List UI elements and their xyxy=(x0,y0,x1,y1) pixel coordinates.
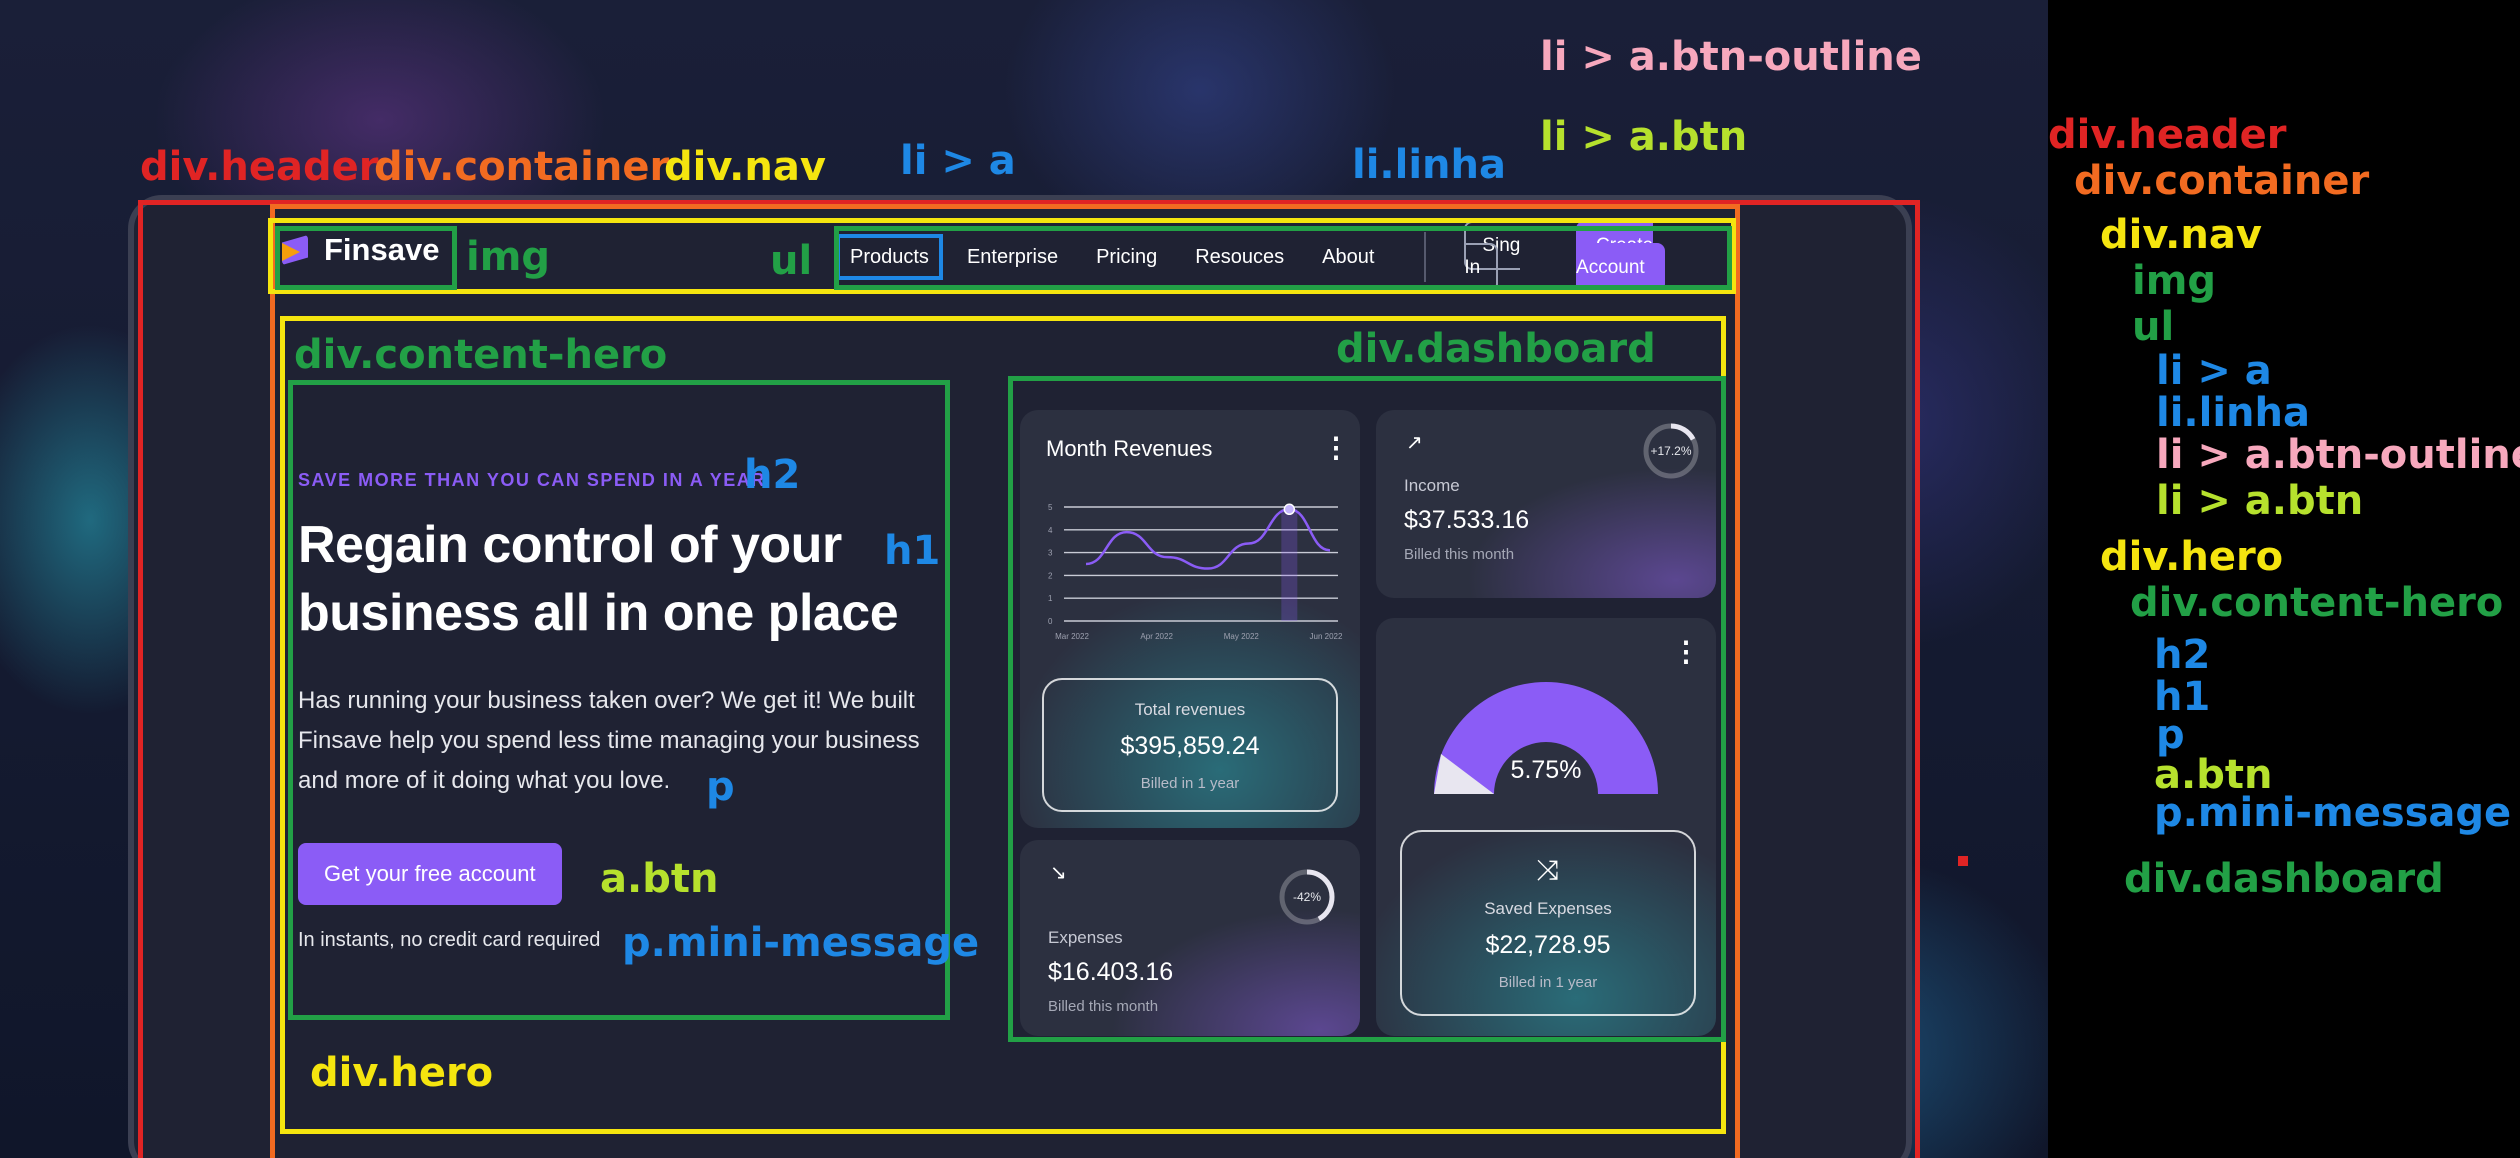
annotation-label-p-mini: p.mini-message xyxy=(622,920,980,966)
tree-item: li > a.btn-outline xyxy=(2156,432,2520,478)
annotation-label-container: div.container xyxy=(374,144,670,190)
annotation-label-li-linha: li.linha xyxy=(1352,142,1506,188)
annotation-box-ul xyxy=(834,226,1732,290)
tree-item: div.container xyxy=(2074,158,2370,204)
annotation-label-btn-outline: li > a.btn-outline xyxy=(1540,34,1922,80)
tree-item: div.hero xyxy=(2100,534,2284,580)
annotation-label-ul: ul xyxy=(770,238,813,284)
tree-item: h2 xyxy=(2154,632,2211,678)
tree-item: li.linha xyxy=(2156,390,2310,436)
tree-item: div.content-hero xyxy=(2130,580,2504,626)
annotation-label-content-hero: div.content-hero xyxy=(294,332,668,378)
annotation-label-hero: div.hero xyxy=(310,1050,494,1096)
annotation-label-a-btn: a.btn xyxy=(600,856,719,902)
tree-item: li > a.btn xyxy=(2156,478,2364,524)
annotation-label-h2: h2 xyxy=(744,452,801,498)
annotation-label-btn: li > a.btn xyxy=(1540,114,1748,160)
annotation-label-dashboard: div.dashboard xyxy=(1336,326,1656,372)
annotation-label-p: p xyxy=(706,764,735,810)
annotation-label-nav: div.nav xyxy=(664,144,826,190)
annotation-label-li-a: li > a xyxy=(900,138,1016,184)
tree-item: p.mini-message xyxy=(2154,790,2512,836)
annotation-label-img: img xyxy=(466,234,551,280)
tree-item: li > a xyxy=(2156,348,2272,394)
red-dot xyxy=(1958,856,1968,866)
tree-item: ul xyxy=(2132,304,2175,350)
annotation-box-img xyxy=(275,226,457,290)
tree-item: div.nav xyxy=(2100,212,2262,258)
tree-item: div.dashboard xyxy=(2124,856,2444,902)
tree-item: div.header xyxy=(2048,112,2287,158)
tree-item: img xyxy=(2132,258,2217,304)
annotation-box-dashboard xyxy=(1008,376,1726,1042)
annotation-label-header: div.header xyxy=(140,144,379,190)
annotation-label-h1: h1 xyxy=(884,528,941,574)
